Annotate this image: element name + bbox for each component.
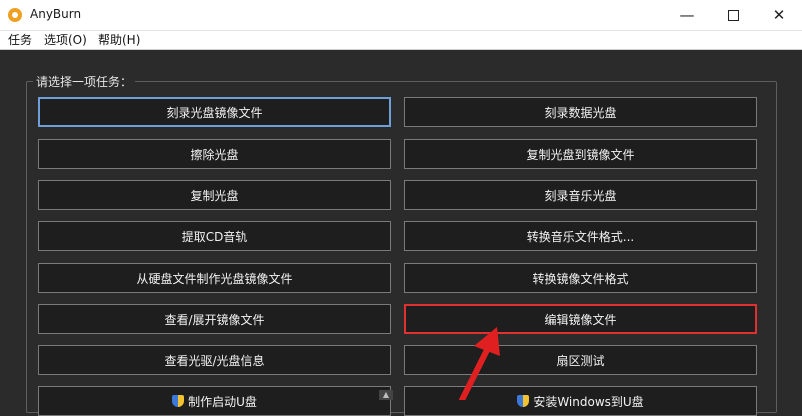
sector-test-button[interactable]: 扇区测试: [404, 345, 757, 375]
create-image-from-files-button[interactable]: 从硬盘文件制作光盘镜像文件: [38, 263, 391, 293]
button-label: 编辑镜像文件: [544, 312, 617, 327]
button-label: 复制光盘到镜像文件: [526, 147, 635, 162]
minimize-icon: —: [679, 6, 695, 24]
burn-image-button[interactable]: 刻录光盘镜像文件: [38, 97, 391, 127]
scroll-up-arrow-icon[interactable]: ▲: [379, 390, 393, 400]
button-label: 从硬盘文件制作光盘镜像文件: [136, 271, 293, 286]
button-label: 转换镜像文件格式: [532, 271, 629, 286]
burn-audio-cd-button[interactable]: 刻录音乐光盘: [404, 180, 757, 210]
close-icon: ✕: [772, 6, 786, 24]
button-label: 刻录音乐光盘: [544, 188, 617, 203]
menu-bar: 任务 选项(O) 帮助(H): [0, 31, 802, 50]
close-button[interactable]: ✕: [756, 0, 802, 30]
burn-data-disc-button[interactable]: 刻录数据光盘: [404, 97, 757, 127]
button-label: 提取CD音轨: [181, 229, 248, 244]
window-title: AnyBurn: [30, 7, 82, 21]
button-label: 扇区测试: [556, 353, 605, 368]
copy-disc-to-image-button[interactable]: 复制光盘到镜像文件: [404, 139, 757, 169]
menu-options[interactable]: 选项(O): [44, 32, 87, 48]
button-label: 刻录数据光盘: [544, 105, 617, 120]
task-group-label: 请选择一项任务：: [33, 73, 136, 90]
convert-audio-format-button[interactable]: 转换音乐文件格式...: [404, 221, 757, 251]
button-label: 转换音乐文件格式...: [526, 229, 635, 244]
button-label: 擦除光盘: [190, 147, 239, 162]
erase-disc-button[interactable]: 擦除光盘: [38, 139, 391, 169]
copy-disc-button[interactable]: 复制光盘: [38, 180, 391, 210]
title-bar: AnyBurn — ✕: [0, 0, 802, 31]
menu-task[interactable]: 任务: [8, 32, 32, 48]
maximize-icon: [727, 9, 739, 21]
drive-disc-info-button[interactable]: 查看光驱/光盘信息: [38, 345, 391, 375]
maximize-button[interactable]: [710, 0, 756, 30]
create-bootable-usb-button[interactable]: 制作启动U盘: [38, 386, 391, 416]
convert-image-format-button[interactable]: 转换镜像文件格式: [404, 263, 757, 293]
button-label: 复制光盘: [190, 188, 239, 203]
button-label: 刻录光盘镜像文件: [166, 105, 263, 120]
edit-image-button[interactable]: 编辑镜像文件: [404, 304, 757, 334]
menu-help[interactable]: 帮助(H): [98, 32, 140, 48]
button-label: 查看光驱/光盘信息: [164, 353, 265, 368]
button-label: 安装Windows到U盘: [533, 394, 644, 409]
minimize-button[interactable]: —: [664, 0, 710, 30]
rip-audio-cd-button[interactable]: 提取CD音轨: [38, 221, 391, 251]
install-windows-usb-button[interactable]: 安装Windows到U盘: [404, 386, 757, 416]
browse-extract-image-button[interactable]: 查看/展开镜像文件: [38, 304, 391, 334]
shield-icon: [172, 395, 185, 407]
shield-icon: [517, 395, 530, 407]
button-label: 制作启动U盘: [188, 394, 257, 409]
anyburn-app-icon: [8, 8, 22, 22]
button-label: 查看/展开镜像文件: [164, 312, 265, 327]
